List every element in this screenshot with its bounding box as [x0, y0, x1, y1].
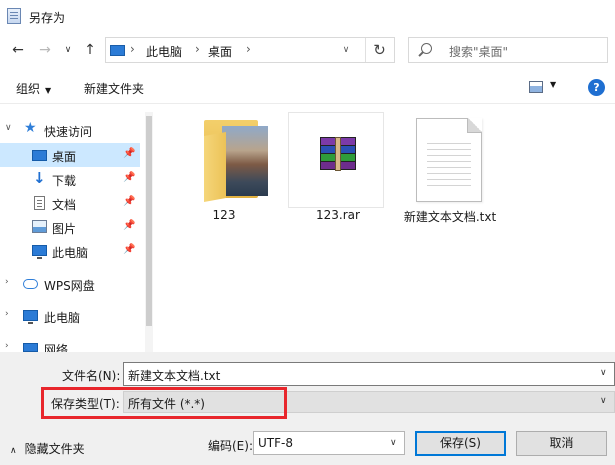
sidebar-item-label: 下载 — [52, 174, 77, 188]
file-item-folder[interactable]: 123 — [174, 108, 274, 223]
sidebar-item-this-pc-quick[interactable]: 此电脑 📌 — [0, 239, 140, 263]
cloud-icon — [23, 279, 38, 289]
view-options-icon[interactable] — [529, 81, 543, 93]
chevron-right-icon[interactable]: › — [130, 42, 135, 56]
help-icon[interactable]: ? — [588, 79, 605, 96]
encoding-label: 编码(E): — [208, 439, 253, 453]
computer-icon — [32, 245, 47, 259]
file-name: 新建文本文档.txt — [403, 210, 497, 224]
pin-icon[interactable]: 📌 — [123, 244, 135, 255]
sidebar-item-documents[interactable]: 文档 📌 — [0, 191, 140, 215]
sidebar-item-label: 快速访问 — [44, 125, 93, 139]
pin-icon[interactable]: 📌 — [123, 220, 135, 231]
chevron-right-icon[interactable]: › — [5, 277, 9, 287]
filename-label: 文件名(N): — [62, 369, 121, 383]
sidebar-scrollbar-thumb[interactable] — [146, 116, 152, 326]
chevron-down-icon[interactable]: ∨ — [600, 396, 607, 406]
pictures-icon — [32, 220, 47, 233]
chevron-down-icon[interactable]: ∨ — [58, 39, 78, 61]
chevron-right-icon[interactable]: › — [246, 42, 251, 56]
pin-icon[interactable]: 📌 — [123, 172, 135, 183]
sidebar-item-desktop[interactable]: 桌面 📌 — [0, 143, 140, 167]
text-file-icon — [416, 118, 482, 202]
sidebar-item-this-pc[interactable]: › 此电脑 — [0, 304, 140, 328]
computer-icon — [23, 310, 38, 324]
sidebar-item-pictures[interactable]: 图片 📌 — [0, 215, 140, 239]
save-dialog-icon — [7, 8, 21, 24]
filename-input[interactable]: 新建文本文档.txt — [123, 362, 615, 386]
file-name: 123.rar — [316, 208, 360, 222]
organize-button[interactable]: 组织 ▼ — [16, 80, 51, 97]
sidebar-item-quick-access[interactable]: ∨ ★ 快速访问 — [0, 118, 140, 142]
organize-label: 组织 — [16, 82, 41, 96]
sidebar-item-label: 此电脑 — [52, 246, 89, 260]
chevron-down-icon[interactable]: ∨ — [600, 368, 607, 378]
chevron-right-icon[interactable]: › — [5, 341, 9, 351]
file-item-txt[interactable]: 新建文本文档.txt — [400, 108, 500, 224]
sidebar-item-label: 文档 — [52, 198, 77, 212]
sidebar-item-label: 图片 — [52, 222, 77, 236]
desktop-icon — [32, 150, 47, 161]
breadcrumb-desktop[interactable]: 桌面 — [208, 43, 232, 60]
window-title: 另存为 — [29, 11, 66, 25]
star-icon: ★ — [24, 120, 37, 136]
chevron-right-icon[interactable]: › — [195, 42, 200, 56]
arrow-up-icon[interactable]: ↑ — [80, 39, 100, 61]
file-list: 123 123.rar 新建文本文档.txt — [160, 108, 615, 353]
arrow-left-icon[interactable]: ← — [8, 39, 28, 61]
address-dropdown-icon[interactable]: ∨ — [336, 38, 356, 62]
caret-down-icon[interactable]: ▼ — [550, 80, 556, 89]
chevron-right-icon[interactable]: › — [5, 309, 9, 319]
navigation-pane: ∨ ★ 快速访问 桌面 📌 ↓ 下载 📌 文档 📌 图片 📌 此电脑 📌 › W… — [0, 112, 153, 352]
sidebar-item-wps-cloud[interactable]: › WPS网盘 — [0, 272, 140, 296]
search-box[interactable]: 搜索"桌面" — [408, 37, 608, 63]
new-folder-button[interactable]: 新建文件夹 — [84, 80, 144, 97]
file-item-rar[interactable]: 123.rar — [288, 112, 388, 227]
breadcrumb-this-pc[interactable]: 此电脑 — [146, 43, 182, 60]
sidebar-item-label: 网络 — [44, 343, 69, 352]
computer-icon — [110, 45, 125, 56]
arrow-right-icon[interactable]: → — [35, 39, 55, 61]
sidebar-item-label: 桌面 — [52, 150, 77, 164]
sidebar-item-downloads[interactable]: ↓ 下载 📌 — [0, 167, 140, 191]
download-icon: ↓ — [33, 169, 46, 187]
caret-down-icon: ▼ — [45, 86, 52, 95]
sidebar-item-network[interactable]: › 网络 — [0, 336, 140, 352]
folder-icon — [204, 120, 268, 202]
highlight-annotation-box — [41, 387, 287, 419]
network-icon — [23, 343, 38, 352]
search-icon — [421, 43, 432, 54]
hide-folders-toggle[interactable]: ∧ 隐藏文件夹 — [10, 440, 85, 457]
command-toolbar: 组织 ▼ 新建文件夹 ▼ ? — [0, 72, 615, 104]
search-placeholder: 搜索"桌面" — [449, 45, 509, 59]
sidebar-item-label: WPS网盘 — [44, 279, 95, 293]
refresh-icon[interactable]: ↻ — [365, 38, 393, 62]
filename-value: 新建文本文档.txt — [128, 369, 221, 383]
pin-icon[interactable]: 📌 — [123, 196, 135, 207]
title-bar: 另存为 — [0, 0, 615, 33]
file-name: 123 — [212, 208, 236, 222]
encoding-select[interactable]: UTF-8 — [253, 431, 405, 455]
chevron-up-icon: ∧ — [10, 446, 17, 456]
encoding-value: UTF-8 — [258, 436, 293, 450]
sidebar-item-label: 此电脑 — [44, 311, 81, 325]
cancel-button[interactable]: 取消 — [516, 431, 607, 456]
chevron-down-icon[interactable]: ∨ — [390, 438, 397, 448]
rar-archive-icon — [288, 112, 384, 208]
document-icon — [34, 196, 45, 210]
hide-folders-label: 隐藏文件夹 — [24, 442, 85, 456]
save-button[interactable]: 保存(S) — [415, 431, 506, 456]
pin-icon[interactable]: 📌 — [123, 148, 135, 159]
chevron-down-icon[interactable]: ∨ — [5, 123, 12, 133]
